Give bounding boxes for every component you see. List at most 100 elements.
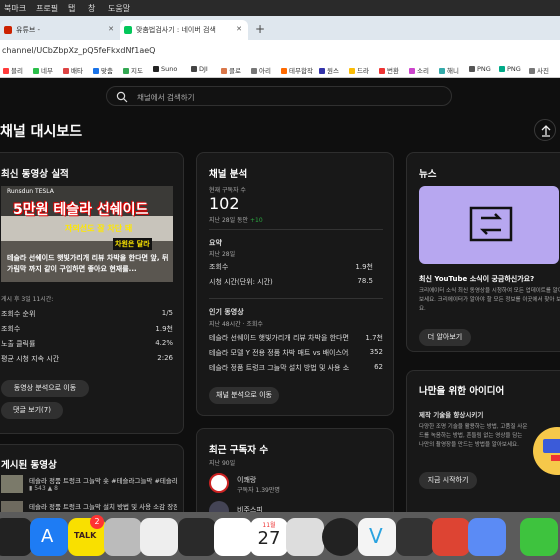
photo-booth-icon[interactable] — [432, 518, 470, 556]
bookmark-item[interactable]: 네부 — [33, 65, 53, 75]
subscriber-count: 102 — [209, 194, 240, 213]
bookmark-item[interactable]: 테무합작 — [281, 65, 313, 75]
mission-control-icon[interactable] — [178, 518, 216, 556]
bookmark-item[interactable]: 아리 — [251, 65, 271, 75]
subscriber-count-sub: 구독자 1.39만명 — [237, 487, 280, 494]
bookmark-item[interactable]: PNG — [499, 65, 521, 73]
news-headline: 최신 YouTube 소식이 궁금하신가요? — [419, 275, 535, 283]
popular-heading: 인기 동영상 — [209, 308, 244, 316]
menu-tab[interactable]: 탭 — [68, 3, 75, 14]
posted-title: 게시된 동영상 — [1, 460, 57, 471]
stat-row: 테슬라 정품 트렁크 그늘막 설치 방법 및 사용 소감 장점과 ...62 — [209, 363, 383, 372]
subs-note: 지난 28일 동안 +10 — [209, 217, 263, 224]
subs-label: 현재 구독자 수 — [209, 187, 246, 194]
upload-button[interactable] — [534, 119, 556, 141]
bookmark-item[interactable]: 번환 — [379, 65, 399, 75]
bookmarks-bar: 블리 네부 배타 맞춤 지도 Suno DJI 클로 아리 테무합작 원스 드라 번환 소리 해니 PNG PN… — [0, 62, 560, 78]
since-published: 게시 후 3일 11시간: — [1, 296, 54, 303]
popular-period: 지난 48시간 · 조회수 — [209, 321, 263, 328]
transfer-icon — [469, 206, 513, 242]
stat-row: 조회수 1.9천 — [209, 263, 373, 271]
obs-icon[interactable] — [140, 518, 178, 556]
bookmark-item[interactable]: 사진 — [529, 65, 549, 75]
dock: A TALK 2 11월 27 V — [0, 512, 560, 560]
tab-youtube[interactable]: 유튜브 - ✕ — [0, 20, 120, 40]
search-placeholder: 채널에서 검색하기 — [137, 93, 195, 102]
popular-videos: 테슬라 선쉐이드 햇빛가리개 리뷰 차박을 한다면 앞, 뒤 가...1.7천테… — [209, 333, 383, 378]
notes-icon[interactable] — [286, 518, 324, 556]
bookmark-item[interactable]: 배타 — [63, 65, 83, 75]
bookmark-item[interactable]: 드라 — [349, 65, 369, 75]
bookmark-item[interactable]: 지도 — [123, 65, 143, 75]
bookmark-icon — [3, 68, 9, 74]
channel-search[interactable]: 채널에서 검색하기 — [106, 86, 452, 106]
numbers-icon[interactable] — [520, 518, 558, 556]
bookmark-icon — [499, 66, 505, 72]
thumb-subline: 자외선도 잘 차단 돼 — [65, 224, 133, 233]
latest-title: 최신 동영상 실적 — [1, 169, 69, 180]
stat-row: 노출 클릭률 4.2% — [1, 339, 173, 348]
ideas-subtitle: 제작 기술을 향상시키기 — [419, 411, 484, 419]
bookmark-item[interactable]: 해니 — [439, 65, 459, 75]
summary-period: 지난 28일 — [209, 251, 236, 258]
calculator-icon[interactable] — [104, 518, 142, 556]
calendar-icon[interactable]: 11월 27 — [250, 518, 288, 556]
stat-row: 테슬라 모델 Y 전용 정품 차박 매트 vs 배이스어스 모델 Y...352 — [209, 348, 383, 357]
bookmark-item[interactable]: PNG — [469, 65, 491, 73]
bookmark-item[interactable]: 소리 — [409, 65, 429, 75]
channel-analytics-card: 채널 분석 현재 구독자 수 102 지난 28일 동안 +10 요약 지난 2… — [196, 152, 394, 416]
bookmark-icon — [123, 68, 129, 74]
bookmark-item[interactable]: 클로 — [221, 65, 241, 75]
recent-subs-period: 지난 90일 — [209, 460, 236, 467]
learn-more-button[interactable]: 더 알아보기 — [419, 329, 471, 346]
view-comments-button[interactable]: 댓글 보기(7) — [1, 402, 63, 419]
menu-help[interactable]: 도움말 — [108, 3, 130, 14]
start-now-button[interactable]: 지금 시작하기 — [419, 472, 477, 489]
menu-bookmarks[interactable]: 북마크 — [4, 3, 26, 14]
menu-window[interactable]: 창 — [88, 3, 95, 14]
new-tab-button[interactable]: + — [248, 20, 272, 40]
ideas-illustration — [533, 427, 560, 475]
news-card: 뉴스 최신 YouTube 소식이 궁금하신가요? 크리에이터 소식 최신 동영… — [406, 152, 560, 352]
studio-header: 채널에서 검색하기 — [0, 78, 560, 112]
video-stats: ▮ 543 ▲ 8 — [29, 485, 58, 492]
clapper-icon[interactable] — [396, 518, 434, 556]
davinci-icon[interactable] — [322, 518, 360, 556]
upload-icon — [541, 125, 551, 137]
menu-profile[interactable]: 프로필 — [36, 3, 58, 14]
video-analytics-button[interactable]: 동영상 분석으로 이동 — [1, 380, 89, 397]
thumb-headline: 5만원 테슬라 선쉐이드 — [13, 202, 149, 218]
summary-heading: 요약 — [209, 239, 222, 247]
subscriber-name[interactable]: 이쾌랑 — [237, 475, 256, 485]
subs-delta: +10 — [249, 217, 263, 224]
stat-row: 평균 시청 지속 시간 2:26 — [1, 354, 173, 363]
tab-naver[interactable]: 맞춤법검사기 : 네이버 검색 ✕ — [120, 20, 248, 40]
bookmark-icon — [319, 68, 325, 74]
bookmark-icon — [251, 68, 257, 74]
channel-analytics-button[interactable]: 채널 분석으로 이동 — [209, 387, 279, 404]
bookmark-item[interactable]: 블리 — [3, 65, 23, 75]
avatar[interactable] — [209, 473, 229, 493]
video-title[interactable]: 테슬라 선쉐이드 햇빛가리개 리뷰 차박을 한다면 앞, 뒤 가림막 까지 같이… — [7, 253, 173, 275]
bookmark-item[interactable]: DJI — [191, 65, 208, 73]
video-title: 테슬라 정품 트렁크 그늘막 숏 #테슬라그늘막 #테슬라... — [29, 477, 177, 485]
thumb-brand: Runsdun TESLA — [7, 188, 54, 195]
chatgpt-icon[interactable] — [214, 518, 252, 556]
bookmark-item[interactable]: 원스 — [319, 65, 339, 75]
final-cut-icon[interactable] — [0, 518, 32, 556]
bookmark-icon — [349, 68, 355, 74]
bookmark-icon — [33, 68, 39, 74]
bookmark-icon — [281, 68, 287, 74]
app-store-icon[interactable]: A — [30, 518, 68, 556]
kakaotalk-icon[interactable]: TALK 2 — [68, 515, 106, 556]
bookmark-item[interactable]: 맞춤 — [93, 65, 113, 75]
bookmark-icon — [529, 68, 535, 74]
screen-recorder-icon[interactable] — [468, 518, 506, 556]
close-icon[interactable]: ✕ — [108, 25, 114, 33]
vectorize-icon[interactable]: V — [358, 518, 396, 556]
bookmark-item[interactable]: Suno — [153, 65, 177, 73]
close-icon[interactable]: ✕ — [236, 25, 242, 33]
recent-subs-title: 최근 구독자 수 — [209, 445, 269, 456]
address-bar[interactable]: channel/UCbZbpXz_pQ5feFkxdNf1aeQ — [0, 40, 560, 62]
list-item[interactable]: 테슬라 정품 트렁크 그늘막 숏 #테슬라그늘막 #테슬라... ▮ 543 ▲… — [1, 475, 177, 493]
